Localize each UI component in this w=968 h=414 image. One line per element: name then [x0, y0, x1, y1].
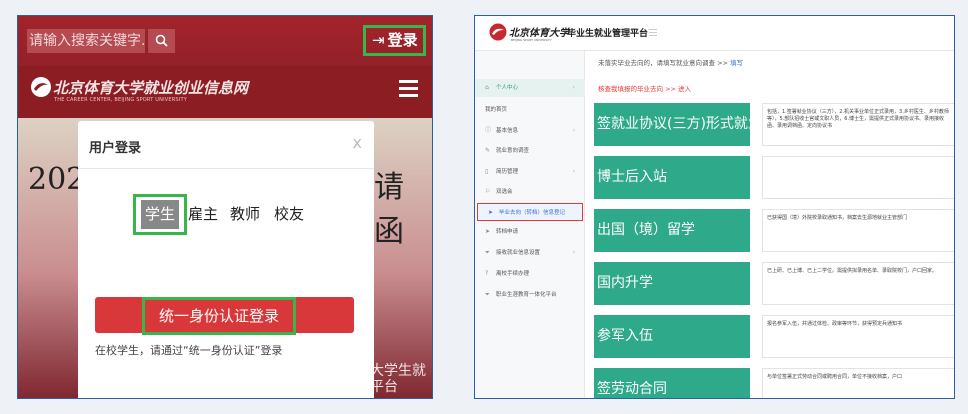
- brand-bar: 北京体育大学就业创业信息网 THE CAREER CENTER, BEIJING…: [18, 66, 432, 118]
- sidebar-item-job-fair[interactable]: ⚐ 双选会: [475, 183, 585, 201]
- tab-student[interactable]: 学生: [141, 200, 179, 229]
- university-logo: [31, 77, 51, 97]
- sidebar-item-basic-info[interactable]: ⓘ 基本信息 ‹: [475, 122, 585, 140]
- card-description: 报名参军入伍，并通过体检、政审等环节，获得预定兵通知书: [762, 315, 954, 358]
- send-icon: ➤: [485, 228, 491, 235]
- home-icon: ⌂: [485, 84, 489, 91]
- brand-name: 北京体育大学: [509, 28, 569, 39]
- login-button[interactable]: ⇥ 登录: [363, 25, 426, 56]
- tab-teacher[interactable]: 教师: [230, 200, 260, 229]
- card-three-party-agreement[interactable]: 签就业协议(三方)形式就业 包括，1.签署就业协议（三方），2.机关事业单位正式…: [594, 103, 954, 146]
- modal-title: 用户登录: [78, 121, 374, 169]
- card-label[interactable]: 签劳动合同: [594, 368, 750, 398]
- sidebar-item-job-info-settings[interactable]: ⏷ 接收就业信息设置 ‹: [475, 244, 585, 262]
- close-icon[interactable]: x: [353, 133, 362, 152]
- card-description: 包括，1.签署就业协议（三方），2.机关事业单位正式录用，3.乡村医生、乡村教师…: [762, 103, 954, 146]
- menu-icon[interactable]: [649, 29, 657, 36]
- sidebar-item-personal-center[interactable]: ⌂ 个人中心 ‹: [475, 79, 585, 97]
- chevron-left-icon: ‹: [572, 127, 575, 134]
- sidebar-item-my-home[interactable]: 我的首页: [475, 101, 585, 119]
- sidebar-item-label: 毕业去向（转档）信息登记: [499, 210, 566, 216]
- sidebar-item-career-platform[interactable]: ⏷ 职业生涯教育一体化平台: [475, 286, 585, 304]
- card-description: 与单位签署正式劳动合同或聘用合同，单位不接收档案，户口: [762, 368, 954, 398]
- funnel-icon: ⏷: [485, 291, 490, 298]
- tab-employer[interactable]: 雇主: [188, 200, 218, 229]
- sidebar: ⌂ 个人中心 ‹ 我的首页 ⓘ 基本信息 ‹ ✎ 就业意向调查 ▯ 简历管理 ‹ ⚐ 双选会 ➤…: [475, 51, 585, 398]
- main-content: 未落实毕业去向的，请填写就业意向调查 >> 填写 核查我填报的毕业去向 >> 进…: [585, 51, 954, 398]
- menu-icon[interactable]: [399, 80, 418, 97]
- card-description: 已获得国（境）外院校录取通知书，档案去生源地就业主管部门: [762, 209, 954, 252]
- card-description: 已上研、已上博、已上二学位。需提供拟录用名单、录取院校门，户口回家。: [762, 262, 954, 305]
- banner-text-right: 请函: [374, 170, 404, 249]
- card-labor-contract[interactable]: 签劳动合同 与单位签署正式劳动合同或聘用合同，单位不接收档案，户口: [594, 368, 954, 398]
- platform-header: 北京体育大学 BEIJING SPORT UNIVERSITY 毕业生就业管理平…: [475, 16, 954, 51]
- sidebar-item-label: 基本信息: [496, 128, 519, 134]
- sidebar-item-label: 简历管理: [496, 169, 519, 175]
- help-icon: ?: [485, 270, 489, 277]
- info-icon: ⓘ: [485, 127, 492, 134]
- edit-icon: ✎: [485, 147, 491, 154]
- survey-notice: 未落实毕业去向的，请填写就业意向调查 >> 填写: [598, 57, 743, 67]
- card-study-abroad[interactable]: 出国（境）留学 已获得国（境）外院校录取通知书，档案去生源地就业主管部门: [594, 209, 954, 252]
- sidebar-item-label: 个人中心: [496, 85, 519, 91]
- card-label[interactable]: 国内升学: [594, 262, 750, 305]
- search-button[interactable]: [147, 29, 175, 53]
- sidebar-item-label: 我的首页: [485, 107, 508, 113]
- brand-english: THE CAREER CENTER, BEIJING SPORT UNIVERS…: [54, 97, 187, 103]
- fill-survey-link[interactable]: 填写: [730, 59, 743, 67]
- search-icon: [155, 34, 168, 47]
- chevron-left-icon: ‹: [572, 84, 575, 91]
- card-label[interactable]: 签就业协议(三方)形式就业: [594, 103, 750, 146]
- enter-link[interactable]: 进入: [678, 85, 691, 93]
- funnel-icon: ⏷: [485, 249, 490, 256]
- sidebar-item-label: 接收就业信息设置: [496, 250, 541, 256]
- sidebar-item-label: 离校手续办理: [496, 271, 530, 277]
- brand-english: BEIJING SPORT UNIVERSITY: [511, 38, 552, 42]
- unified-auth-login-button[interactable]: 统一身份认证登录: [142, 297, 296, 335]
- card-label[interactable]: 出国（境）留学: [594, 209, 750, 252]
- card-label[interactable]: 博士后入站: [594, 156, 750, 199]
- university-logo: [489, 23, 507, 41]
- login-label: 登录: [387, 31, 418, 49]
- check-text: 核查我填报的毕业去向 >>: [598, 85, 679, 93]
- card-label[interactable]: 参军入伍: [594, 315, 750, 358]
- check-destination: 核查我填报的毕业去向 >> 进入: [598, 83, 691, 93]
- platform-title: 毕业生就业管理平台: [567, 29, 649, 39]
- brand-name: 北京体育大学就业创业信息网: [53, 79, 249, 97]
- sidebar-item-label: 转档申请: [496, 229, 519, 235]
- sidebar-item-label: 就业意向调查: [496, 148, 530, 154]
- login-modal: 用户登录 x 学生 雇主 教师 校友 统一身份认证登录 在校学生，请通过“统一身…: [78, 121, 374, 398]
- sidebar-item-leave-procedures[interactable]: ? 离校手续办理: [475, 265, 585, 283]
- card-domestic-further-study[interactable]: 国内升学 已上研、已上博、已上二学位。需提供拟录用名单、录取院校门，户口回家。: [594, 262, 954, 305]
- chevron-left-icon: ‹: [572, 249, 575, 256]
- search-input[interactable]: 请输入搜索关键字...: [27, 29, 145, 53]
- mobile-login-screenshot: 请输入搜索关键字... ⇥ 登录 北京体育大学就业创业信息网 THE CAREER…: [17, 15, 433, 399]
- user-type-tabs: 学生 雇主 教师 校友: [133, 194, 323, 235]
- login-hint: 在校学生，请通过“统一身份认证”登录: [95, 344, 283, 357]
- top-bar: 请输入搜索关键字... ⇥ 登录: [18, 16, 432, 66]
- chevron-left-icon: ‹: [572, 168, 575, 175]
- sidebar-item-transfer-apply[interactable]: ➤ 转档申请: [475, 223, 585, 241]
- flag-icon: ⚐: [485, 188, 491, 195]
- tab-alumni[interactable]: 校友: [274, 200, 304, 229]
- login-icon: ⇥: [372, 31, 385, 49]
- document-icon: ▯: [485, 168, 489, 175]
- notice-text: 未落实毕业去向的，请填写就业意向调查 >>: [598, 59, 731, 67]
- desktop-platform-screenshot: 北京体育大学 BEIJING SPORT UNIVERSITY 毕业生就业管理平…: [474, 15, 955, 399]
- sidebar-item-survey[interactable]: ✎ 就业意向调查: [475, 142, 585, 160]
- sidebar-item-resume[interactable]: ▯ 简历管理 ‹: [475, 163, 585, 181]
- card-description: [762, 156, 954, 199]
- sidebar-item-label: 双选会: [496, 189, 513, 195]
- send-icon: ➤: [488, 209, 494, 216]
- sidebar-item-destination-register[interactable]: ➤ 毕业去向（转档）信息登记: [477, 203, 583, 221]
- sidebar-item-label: 职业生涯教育一体化平台: [496, 292, 557, 298]
- banner-text-left: 202: [28, 162, 86, 197]
- banner-bottom-right: 大学生就 平台: [370, 363, 426, 395]
- card-military[interactable]: 参军入伍 报名参军入伍，并通过体检、政审等环节，获得预定兵通知书: [594, 315, 954, 358]
- card-postdoc[interactable]: 博士后入站: [594, 156, 954, 199]
